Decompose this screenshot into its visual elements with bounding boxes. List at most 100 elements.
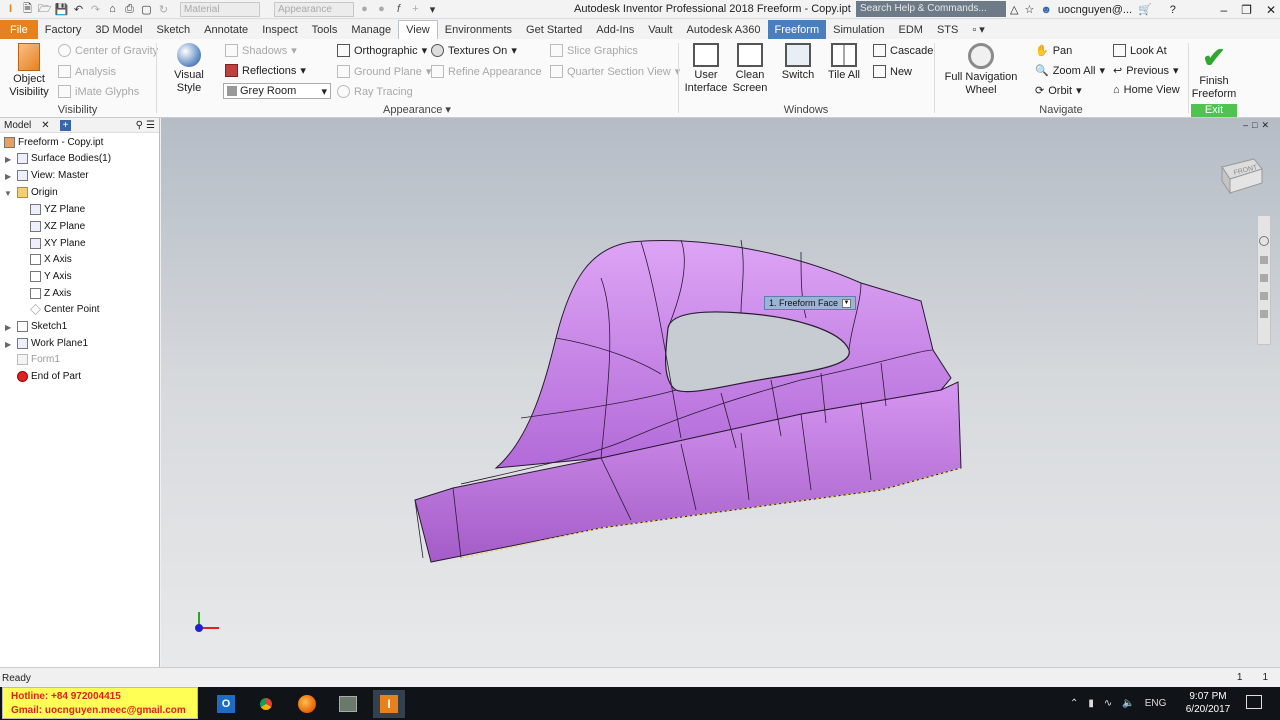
home-icon[interactable]: ⌂ bbox=[106, 3, 119, 16]
tree-form1[interactable]: Form1 bbox=[17, 354, 60, 365]
tree-sketch1[interactable]: Sketch1 bbox=[17, 321, 67, 332]
tab-annotate[interactable]: Annotate bbox=[197, 20, 255, 39]
minimize-button[interactable]: – bbox=[1220, 3, 1227, 17]
tab-sts[interactable]: STS bbox=[930, 20, 965, 39]
tree-xy-plane[interactable]: XY Plane bbox=[30, 238, 86, 249]
add-tab-icon[interactable]: + bbox=[59, 119, 72, 131]
tree-root-part[interactable]: Freeform - Copy.ipt bbox=[4, 137, 103, 148]
tab-tools[interactable]: Tools bbox=[305, 20, 345, 39]
wifi-icon[interactable]: ∿ bbox=[1104, 698, 1112, 709]
tree-yz-plane[interactable]: YZ Plane bbox=[30, 204, 85, 215]
function-icon[interactable]: f bbox=[392, 3, 405, 16]
collapse-icon[interactable]: ▼ bbox=[4, 189, 12, 198]
steering-wheel-icon[interactable] bbox=[1259, 236, 1269, 246]
tab-sketch[interactable]: Sketch bbox=[150, 20, 198, 39]
look-at-nav-icon[interactable] bbox=[1260, 310, 1268, 318]
appearance-combo[interactable]: Appearance bbox=[274, 1, 354, 17]
tab-add-ins[interactable]: Add-Ins bbox=[589, 20, 641, 39]
appearance-panel-label[interactable]: Appearance ▾ bbox=[157, 103, 677, 116]
clear-override-icon[interactable]: ● bbox=[375, 3, 388, 16]
open-folder-icon[interactable]: 🗁 bbox=[38, 3, 52, 16]
select-icon[interactable]: ▢ bbox=[140, 3, 153, 16]
home-view-button[interactable]: ⌂ Home View bbox=[1113, 84, 1180, 96]
ground-plane-button[interactable]: Ground Plane ▾ bbox=[337, 65, 431, 78]
cad-app-icon[interactable] bbox=[332, 690, 364, 718]
tree-xz-plane[interactable]: XZ Plane bbox=[30, 221, 85, 232]
quarter-section-view-button[interactable]: Quarter Section View▾ bbox=[550, 65, 680, 78]
chevron-down-icon[interactable]: ▼ bbox=[842, 298, 852, 308]
slice-graphics-button[interactable]: Slice Graphics bbox=[550, 44, 638, 57]
tree-work-plane1[interactable]: Work Plane1 bbox=[17, 338, 88, 349]
tab-factory[interactable]: Factory bbox=[38, 20, 89, 39]
freeform-model[interactable] bbox=[161, 118, 1280, 667]
cascade-button[interactable]: Cascade bbox=[873, 44, 933, 57]
notification-icon[interactable] bbox=[1246, 695, 1262, 709]
help-icon[interactable]: ? bbox=[1170, 4, 1176, 16]
language-indicator[interactable]: ENG bbox=[1145, 698, 1167, 709]
print-icon[interactable]: ⎙ bbox=[123, 3, 136, 16]
tab-environments[interactable]: Environments bbox=[438, 20, 519, 39]
expand-icon[interactable]: ▶ bbox=[5, 155, 11, 164]
center-of-gravity-button[interactable]: Center of Gravity bbox=[58, 44, 158, 57]
look-at-button[interactable]: Look At bbox=[1113, 44, 1167, 57]
refine-appearance-button[interactable]: Refine Appearance bbox=[431, 65, 542, 78]
pan-button[interactable]: ✋ Pan bbox=[1035, 44, 1072, 58]
inventor-logo-icon[interactable]: I bbox=[4, 3, 17, 16]
ray-tracing-button[interactable]: Ray Tracing bbox=[337, 85, 413, 98]
tree-y-axis[interactable]: Y Axis bbox=[30, 271, 72, 282]
tab-file[interactable]: File bbox=[0, 20, 38, 39]
tab-edm[interactable]: EDM bbox=[891, 20, 929, 39]
tab-model[interactable]: Model bbox=[4, 120, 31, 131]
visual-style-button[interactable]: Visual Style bbox=[161, 43, 217, 95]
user-name[interactable]: uocnguyen@... bbox=[1058, 4, 1132, 16]
tab-manage[interactable]: Manage bbox=[344, 20, 398, 39]
tree-view-master[interactable]: View: Master bbox=[17, 170, 89, 181]
update-icon[interactable]: ↻ bbox=[157, 3, 170, 16]
restore-button[interactable]: ❐ bbox=[1241, 3, 1252, 17]
cart-icon[interactable]: 🛒 bbox=[1138, 3, 1152, 16]
switch-button[interactable]: Switch bbox=[777, 43, 819, 82]
zoom-nav-icon[interactable] bbox=[1260, 274, 1268, 282]
search-help-input[interactable]: Search Help & Commands... bbox=[856, 1, 1006, 17]
freeform-face-selection-tooltip[interactable]: 1. Freeform Face ▼ bbox=[764, 296, 857, 310]
pan-icon[interactable] bbox=[1260, 256, 1268, 264]
tree-x-axis[interactable]: X Axis bbox=[30, 254, 72, 265]
full-navigation-wheel-button[interactable]: Full Navigation Wheel bbox=[939, 43, 1023, 97]
orbit-button[interactable]: ⟳ Orbit ▾ bbox=[1035, 84, 1082, 98]
star-icon[interactable]: ☆ bbox=[1024, 3, 1034, 16]
tab-autodesk-a360[interactable]: Autodesk A360 bbox=[679, 20, 767, 39]
viewcube[interactable]: FRONT bbox=[1218, 153, 1263, 195]
firefox-icon[interactable] bbox=[291, 690, 323, 718]
plus-icon[interactable]: + bbox=[409, 3, 422, 16]
user-icon[interactable]: ☻ bbox=[1040, 4, 1052, 16]
imate-glyphs-button[interactable]: iMate Glyphs bbox=[58, 85, 139, 98]
tab-inspect[interactable]: Inspect bbox=[255, 20, 304, 39]
tray-chevron-icon[interactable]: ⌃ bbox=[1070, 698, 1078, 709]
close-tab-icon[interactable]: ✕ bbox=[41, 120, 49, 131]
orthographic-button[interactable]: Orthographic ▾ bbox=[337, 44, 427, 57]
inventor-taskbar-icon[interactable]: I bbox=[373, 690, 405, 718]
tile-all-button[interactable]: Tile All bbox=[823, 43, 865, 82]
expand-icon[interactable]: ▶ bbox=[5, 323, 11, 332]
reflections-button[interactable]: Reflections ▾ bbox=[225, 64, 306, 77]
object-visibility-button[interactable]: Object Visibility bbox=[6, 43, 52, 99]
lighting-style-dropdown[interactable]: Grey Room ▾ bbox=[223, 83, 331, 99]
graphics-viewport[interactable]: – □ ✕ 1. Freeform Face ▼ FRONT bbox=[161, 118, 1280, 667]
tab-3d-model[interactable]: 3D Model bbox=[88, 20, 149, 39]
shadows-button[interactable]: Shadows ▾ bbox=[225, 44, 297, 57]
previous-view-button[interactable]: ↩ Previous ▾ bbox=[1113, 64, 1179, 78]
chrome-icon[interactable] bbox=[250, 690, 282, 718]
tab-get-started[interactable]: Get Started bbox=[519, 20, 589, 39]
redo-icon[interactable]: ↷ bbox=[89, 3, 102, 16]
new-file-icon[interactable]: 🗎 bbox=[21, 3, 34, 16]
new-window-button[interactable]: New bbox=[873, 65, 912, 78]
orbit-nav-icon[interactable] bbox=[1260, 292, 1268, 300]
battery-icon[interactable]: ▮ bbox=[1088, 698, 1094, 709]
close-button[interactable]: ✕ bbox=[1266, 3, 1276, 17]
save-icon[interactable]: 💾 bbox=[55, 3, 69, 16]
tab-vault[interactable]: Vault bbox=[641, 20, 679, 39]
tree-center-point[interactable]: Center Point bbox=[30, 304, 100, 315]
finish-freeform-button[interactable]: ✔ Finish Freeform bbox=[1190, 43, 1238, 101]
undo-icon[interactable]: ↶ bbox=[72, 3, 85, 16]
tab-view[interactable]: View bbox=[398, 20, 438, 39]
